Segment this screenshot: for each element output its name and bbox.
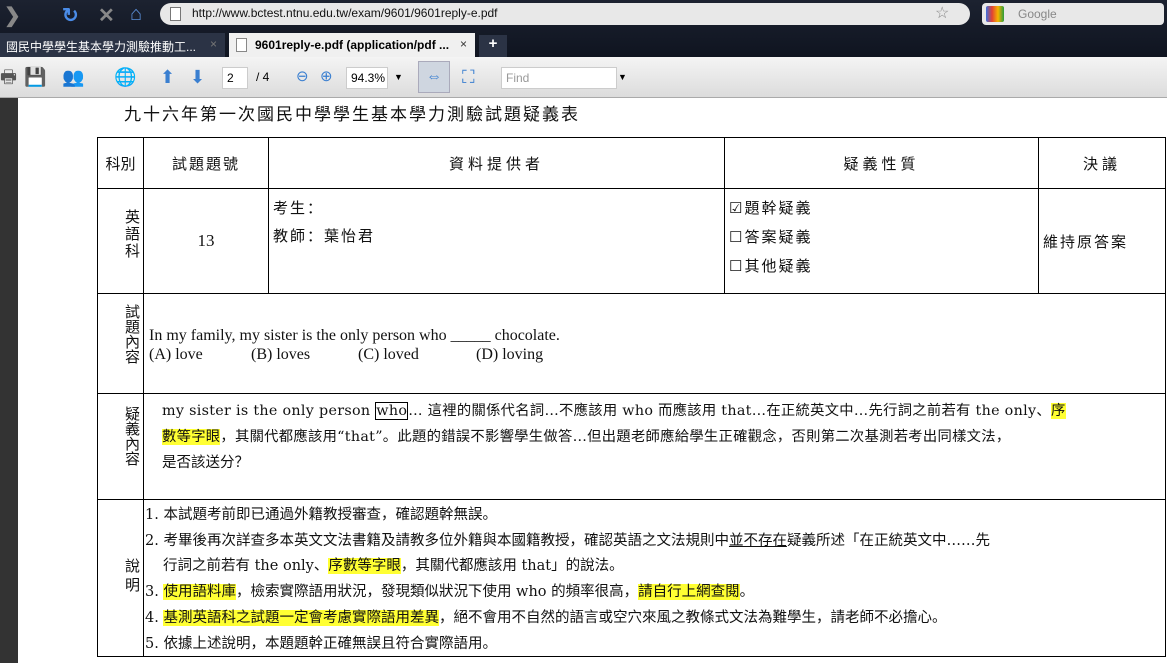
subject: 英語科 — [97, 188, 144, 294]
explain-line-3: 3. 使用語料庫，檢索實際語用狀況，發現類似狀況下使用 who 的頻率很高，請自… — [145, 580, 754, 601]
question-options: (A) love (B) loves (C) loved (D) loving — [149, 345, 1165, 364]
question-text: In my family, my sister is the only pers… — [149, 327, 560, 344]
google-icon — [986, 6, 1004, 22]
page-total: / 4 — [256, 70, 270, 84]
text: ，檢索實際語用狀況，發現類似狀況下使用 who 的頻率很高， — [235, 584, 639, 600]
bookmark-star-icon[interactable]: ☆ — [935, 3, 949, 23]
option-a: (A) love — [149, 346, 203, 363]
checkbox-other-doubt: ☐其他疑義 — [729, 257, 813, 275]
content-label: 試題內容 — [97, 293, 144, 394]
search-box[interactable]: Google — [982, 3, 1164, 25]
text: 疑義所述「在正統英文中……先 — [786, 533, 990, 549]
option-c: (C) loved — [358, 346, 419, 363]
checkbox-answer-doubt: ☐答案疑義 — [729, 228, 813, 246]
highlight: 請自行上網查閱 — [638, 584, 740, 600]
print-icon[interactable]: 🖶 — [0, 65, 17, 89]
tab-pdf[interactable]: 9601reply-e.pdf (application/pdf ... × — [229, 33, 475, 57]
tab-label: 9601reply-e.pdf (application/pdf ... — [255, 38, 450, 52]
sidebar — [0, 98, 18, 663]
previous-page-icon[interactable]: ⬆ — [160, 65, 175, 89]
highlight: 序 — [1050, 403, 1066, 419]
provider-student: 考生： — [273, 199, 325, 217]
text: 4. — [145, 610, 164, 626]
highlight: 數等字眼 — [162, 429, 221, 445]
question-number: 13 — [143, 188, 269, 294]
pdf-page: 九十六年第一次國民中學學生基本學力測驗試題疑義表 科別 試題題號 資料提供者 疑… — [18, 98, 1167, 663]
document-title: 九十六年第一次國民中學學生基本學力測驗試題疑義表 — [124, 105, 580, 125]
browser-chrome: ❯ ↻ ✕ ⌂ http://www.bctest.ntnu.edu.tw/ex… — [0, 0, 1167, 57]
tab-bctest[interactable]: 國民中學學生基本學力測驗推動工... × — [0, 33, 225, 57]
new-tab-button[interactable]: + — [479, 35, 507, 57]
text: ，其關代都應該用 that」的說法。 — [400, 558, 624, 574]
boxed-who: who — [375, 402, 409, 420]
save-icon[interactable]: 💾 — [24, 65, 46, 89]
forward-icon[interactable]: ❯ — [4, 3, 21, 28]
header-nature: 疑義性質 — [724, 137, 1039, 189]
header-subject: 科別 — [97, 137, 144, 189]
fit-width-icon[interactable]: ⇔ — [418, 61, 450, 93]
text: 行詞之前若有 the only、 — [163, 558, 329, 574]
chevron-down-icon[interactable]: ▼ — [618, 65, 627, 89]
option-b: (B) loves — [251, 346, 311, 363]
text: 3. — [145, 584, 164, 600]
find-input[interactable]: Find — [501, 67, 617, 89]
highlight: 基測英語科之試題一定會考慮實際語用差異 — [163, 610, 439, 626]
text: ，絕不會用不自然的語言或空穴來風之教條式文法為難學生，請老師不必擔心。 — [438, 610, 947, 626]
web-icon[interactable]: 🌐 — [114, 65, 136, 89]
text: my sister is the only person — [162, 403, 376, 419]
close-tab-icon[interactable]: × — [210, 37, 217, 51]
nature: ☑題幹疑義 ☐答案疑義 ☐其他疑義 — [724, 188, 1039, 294]
next-page-icon[interactable]: ⬇ — [190, 65, 205, 89]
search-placeholder: Google — [1018, 7, 1057, 21]
explain-line-4: 4. 基測英語科之試題一定會考慮實際語用差異，絕不會用不自然的語言或空穴來風之教… — [145, 606, 946, 627]
zoom-in-icon[interactable]: ⊕ — [320, 65, 333, 89]
explain-line-1: 1. 本試題考前即已通過外籍教授審查，確認題幹無誤。 — [145, 507, 497, 523]
zoom-out-icon[interactable]: ⊖ — [296, 65, 309, 89]
reload-icon[interactable]: ↻ — [62, 3, 79, 28]
highlight: 序數等字眼 — [328, 558, 401, 574]
document-icon — [236, 38, 247, 52]
close-tab-icon[interactable]: × — [460, 37, 467, 51]
explain-line-5: 5. 依據上述說明，本題題幹正確無誤且符合實際語用。 — [145, 636, 497, 652]
header-question-no: 試題題號 — [143, 137, 269, 189]
text: ，其關代都應該用“that”。此題的錯誤不影響學生做答…但出題老師應給學生正確觀… — [220, 429, 1011, 445]
home-icon[interactable]: ⌂ — [130, 3, 142, 26]
pdf-toolbar: 🖶 💾 👥 🌐 ⬆ ⬇ 2 / 4 ⊖ ⊕ 94.3% ▼ ⇔ ⛶ Find ▼ — [0, 57, 1167, 98]
question-content: In my family, my sister is the only pers… — [143, 293, 1166, 394]
explain-line-2b: 行詞之前若有 the only、序數等字眼，其關代都應該用 that」的說法。 — [163, 554, 624, 575]
header-provider: 資料提供者 — [268, 137, 725, 189]
text: 。 — [739, 584, 755, 600]
chevron-down-icon[interactable]: ▼ — [394, 65, 403, 89]
page-icon — [170, 7, 181, 21]
zoom-select[interactable]: 94.3% — [346, 67, 388, 89]
highlight: 使用語料庫 — [163, 584, 236, 600]
doubt-line-1: my sister is the only person who… 這裡的關係代… — [162, 399, 1066, 420]
url-text: http://www.bctest.ntnu.edu.tw/exam/9601/… — [192, 6, 498, 20]
provider-teacher: 教師：葉怡君 — [273, 227, 376, 245]
doubt-line-3: 是否該送分？ — [162, 455, 249, 471]
share-icon[interactable]: 👥 — [62, 65, 84, 89]
option-d: (D) loving — [476, 346, 544, 363]
stop-icon[interactable]: ✕ — [98, 3, 115, 28]
explain-label: 說明 — [97, 499, 144, 657]
explanation: 1. 本試題考前即已通過外籍教授審查，確認題幹無誤。 2. 考畢後再次詳查多本英… — [143, 499, 1166, 657]
page-number-input[interactable]: 2 — [222, 67, 248, 89]
underline: 並不存在 — [728, 533, 787, 549]
text: … 這裡的關係代名詞…不應該用 who 而應該用 that…在正統英文中…先行詞… — [408, 403, 1051, 419]
header-decision: 決議 — [1038, 137, 1166, 189]
address-bar[interactable]: http://www.bctest.ntnu.edu.tw/exam/9601/… — [160, 3, 970, 25]
decision: 維持原答案 — [1038, 188, 1166, 294]
explain-line-2: 2. 考畢後再次詳查多本英文文法書籍及請教多位外籍與本國籍教授，確認英語之文法規… — [145, 529, 990, 550]
doubt-line-2: 數等字眼，其關代都應該用“that”。此題的錯誤不影響學生做答…但出題老師應給學… — [162, 425, 1010, 446]
doubt-label: 疑義內容 — [97, 393, 144, 500]
provider: 考生： 教師：葉怡君 — [268, 188, 725, 294]
doubt-content: my sister is the only person who… 這裡的關係代… — [143, 393, 1166, 500]
tab-label: 國民中學學生基本學力測驗推動工... — [6, 40, 197, 54]
checkbox-stem-doubt: ☑題幹疑義 — [729, 199, 813, 217]
text: 2. 考畢後再次詳查多本英文文法書籍及請教多位外籍與本國籍教授，確認英語之文法規… — [145, 533, 729, 549]
fit-page-icon[interactable]: ⛶ — [462, 65, 475, 89]
